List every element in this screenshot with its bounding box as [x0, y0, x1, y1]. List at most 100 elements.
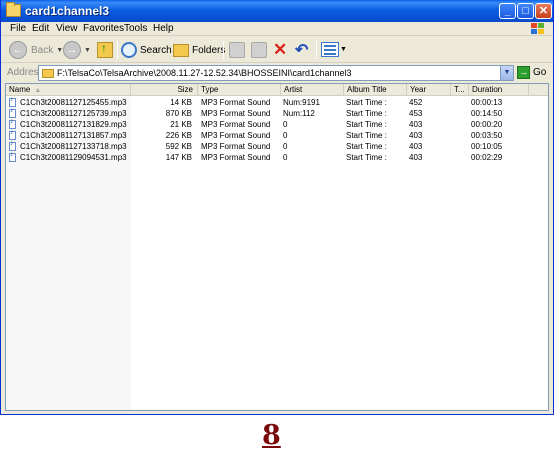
- up-folder-icon: [97, 41, 113, 58]
- menu-tools[interactable]: Tools: [124, 23, 147, 34]
- file-type: MP3 Format Sound: [201, 153, 271, 162]
- audio-file-icon: [9, 96, 16, 107]
- file-name: C1Ch3t20081127131857.mp3: [20, 131, 127, 140]
- audio-file-icon: [9, 151, 16, 162]
- column-header-size[interactable]: Size: [131, 84, 198, 96]
- windows-logo-icon: [529, 22, 545, 36]
- toolbar-separator: [316, 41, 317, 59]
- address-bar: Address F:\TelsaCo\TelsaArchive\2008.11.…: [1, 64, 553, 82]
- audio-file-icon: [9, 118, 16, 129]
- maximize-button[interactable]: □: [517, 3, 534, 19]
- menu-edit[interactable]: Edit: [32, 23, 49, 34]
- dropdown-arrow-icon[interactable]: ▼: [84, 47, 91, 54]
- minimize-button[interactable]: _: [499, 3, 516, 19]
- title-bar[interactable]: card1channel3 _ □ ✕: [1, 0, 553, 22]
- column-header-type[interactable]: Type: [198, 84, 281, 96]
- go-arrow-icon[interactable]: →: [517, 66, 530, 79]
- file-artist: 0: [283, 153, 288, 162]
- go-button[interactable]: Go: [533, 67, 546, 78]
- file-size: 592 KB: [165, 142, 192, 151]
- audio-file-icon: [9, 107, 16, 118]
- file-duration: 00:00:13: [471, 98, 503, 107]
- address-input[interactable]: F:\TelsaCo\TelsaArchive\2008.11.27-12.52…: [38, 65, 514, 81]
- file-row[interactable]: C1Ch3t20081127125455.mp3 14 KB MP3 Forma…: [6, 96, 548, 108]
- search-label: Search: [140, 44, 172, 56]
- file-album: Start Time :: [346, 120, 387, 129]
- menu-file[interactable]: File: [10, 23, 26, 34]
- file-size: 870 KB: [165, 109, 192, 118]
- column-header-year[interactable]: Year: [407, 84, 451, 96]
- file-row[interactable]: C1Ch3t20081129094531.mp3 147 KB MP3 Form…: [6, 151, 548, 163]
- file-year: 403: [409, 142, 423, 151]
- file-name: C1Ch3t20081129094531.mp3: [20, 153, 127, 162]
- back-button[interactable]: ← Back ▼: [9, 40, 63, 60]
- file-list[interactable]: Name ▲ Size Type Artist Album Title Year …: [5, 83, 549, 411]
- file-year: 403: [409, 131, 423, 140]
- column-header-duration[interactable]: Duration: [469, 84, 529, 96]
- back-label: Back: [31, 44, 54, 56]
- menu-bar: File Edit View Favorites Tools Help: [1, 22, 553, 36]
- address-path: F:\TelsaCo\TelsaArchive\2008.11.27-12.52…: [57, 68, 352, 78]
- column-header-name[interactable]: Name ▲: [6, 84, 131, 96]
- file-type: MP3 Format Sound: [201, 98, 271, 107]
- forward-arrow-icon: →: [63, 41, 81, 59]
- file-album: Start Time :: [346, 142, 387, 151]
- file-album: Start Time :: [346, 131, 387, 140]
- file-duration: 00:14:50: [471, 109, 503, 118]
- folders-label: Folders: [192, 44, 226, 56]
- file-year: 403: [409, 153, 423, 162]
- file-size: 21 KB: [170, 120, 192, 129]
- audio-file-icon: [9, 140, 16, 151]
- search-icon: [121, 42, 137, 58]
- views-dropdown-arrow-icon[interactable]: ▼: [340, 46, 347, 53]
- menu-help[interactable]: Help: [153, 23, 174, 34]
- file-artist: 0: [283, 120, 288, 129]
- file-duration: 00:02:29: [471, 153, 503, 162]
- explorer-window: card1channel3 _ □ ✕ File Edit View Favor…: [0, 0, 554, 415]
- file-row[interactable]: C1Ch3t20081127131829.mp3 21 KB MP3 Forma…: [6, 118, 548, 130]
- file-artist: 0: [283, 131, 288, 140]
- file-artist: Num:112: [283, 109, 315, 118]
- file-year: 452: [409, 98, 423, 107]
- column-header-album[interactable]: Album Title: [344, 84, 407, 96]
- file-artist: 0: [283, 142, 288, 151]
- search-button[interactable]: Search: [121, 40, 172, 60]
- file-row[interactable]: C1Ch3t20081127131857.mp3 226 KB MP3 Form…: [6, 129, 548, 141]
- address-dropdown-icon[interactable]: ▼: [500, 66, 513, 80]
- page-number: 8: [262, 420, 281, 451]
- file-size: 14 KB: [170, 98, 192, 107]
- folders-button[interactable]: Folders: [173, 40, 225, 60]
- window-title: card1channel3: [25, 4, 110, 18]
- file-name: C1Ch3t20081127125455.mp3: [20, 98, 127, 107]
- audio-file-icon: [9, 129, 16, 140]
- file-row[interactable]: C1Ch3t20081127133718.mp3 592 KB MP3 Form…: [6, 140, 548, 152]
- file-year: 403: [409, 120, 423, 129]
- file-type: MP3 Format Sound: [201, 131, 271, 140]
- file-album: Start Time :: [346, 153, 387, 162]
- file-size: 226 KB: [165, 131, 192, 140]
- forward-button[interactable]: → ▼: [63, 40, 91, 60]
- file-album: Start Time :: [346, 109, 387, 118]
- toolbar: ← Back ▼ → ▼ Search Folders ✕ ↶ ▼: [1, 37, 553, 63]
- column-header-track[interactable]: T...: [451, 84, 469, 96]
- sort-ascending-icon: ▲: [34, 87, 42, 94]
- delete-icon[interactable]: ✕: [273, 40, 287, 60]
- file-type: MP3 Format Sound: [201, 109, 271, 118]
- menu-view[interactable]: View: [56, 23, 78, 34]
- up-folder-button[interactable]: [97, 40, 113, 60]
- folder-icon: [42, 69, 54, 78]
- file-type: MP3 Format Sound: [201, 120, 271, 129]
- views-icon[interactable]: [321, 42, 339, 57]
- file-type: MP3 Format Sound: [201, 142, 271, 151]
- close-button[interactable]: ✕: [535, 3, 552, 19]
- file-duration: 00:10:05: [471, 142, 503, 151]
- file-name: C1Ch3t20081127125739.mp3: [20, 109, 127, 118]
- column-header-artist[interactable]: Artist: [281, 84, 344, 96]
- folder-icon: [6, 2, 21, 17]
- file-album: Start Time :: [346, 98, 387, 107]
- file-row[interactable]: C1Ch3t20081127125739.mp3 870 KB MP3 Form…: [6, 107, 548, 119]
- menu-favorites[interactable]: Favorites: [83, 23, 124, 34]
- move-to-icon[interactable]: [229, 42, 245, 58]
- copy-to-icon[interactable]: [251, 42, 267, 58]
- undo-icon[interactable]: ↶: [295, 40, 308, 60]
